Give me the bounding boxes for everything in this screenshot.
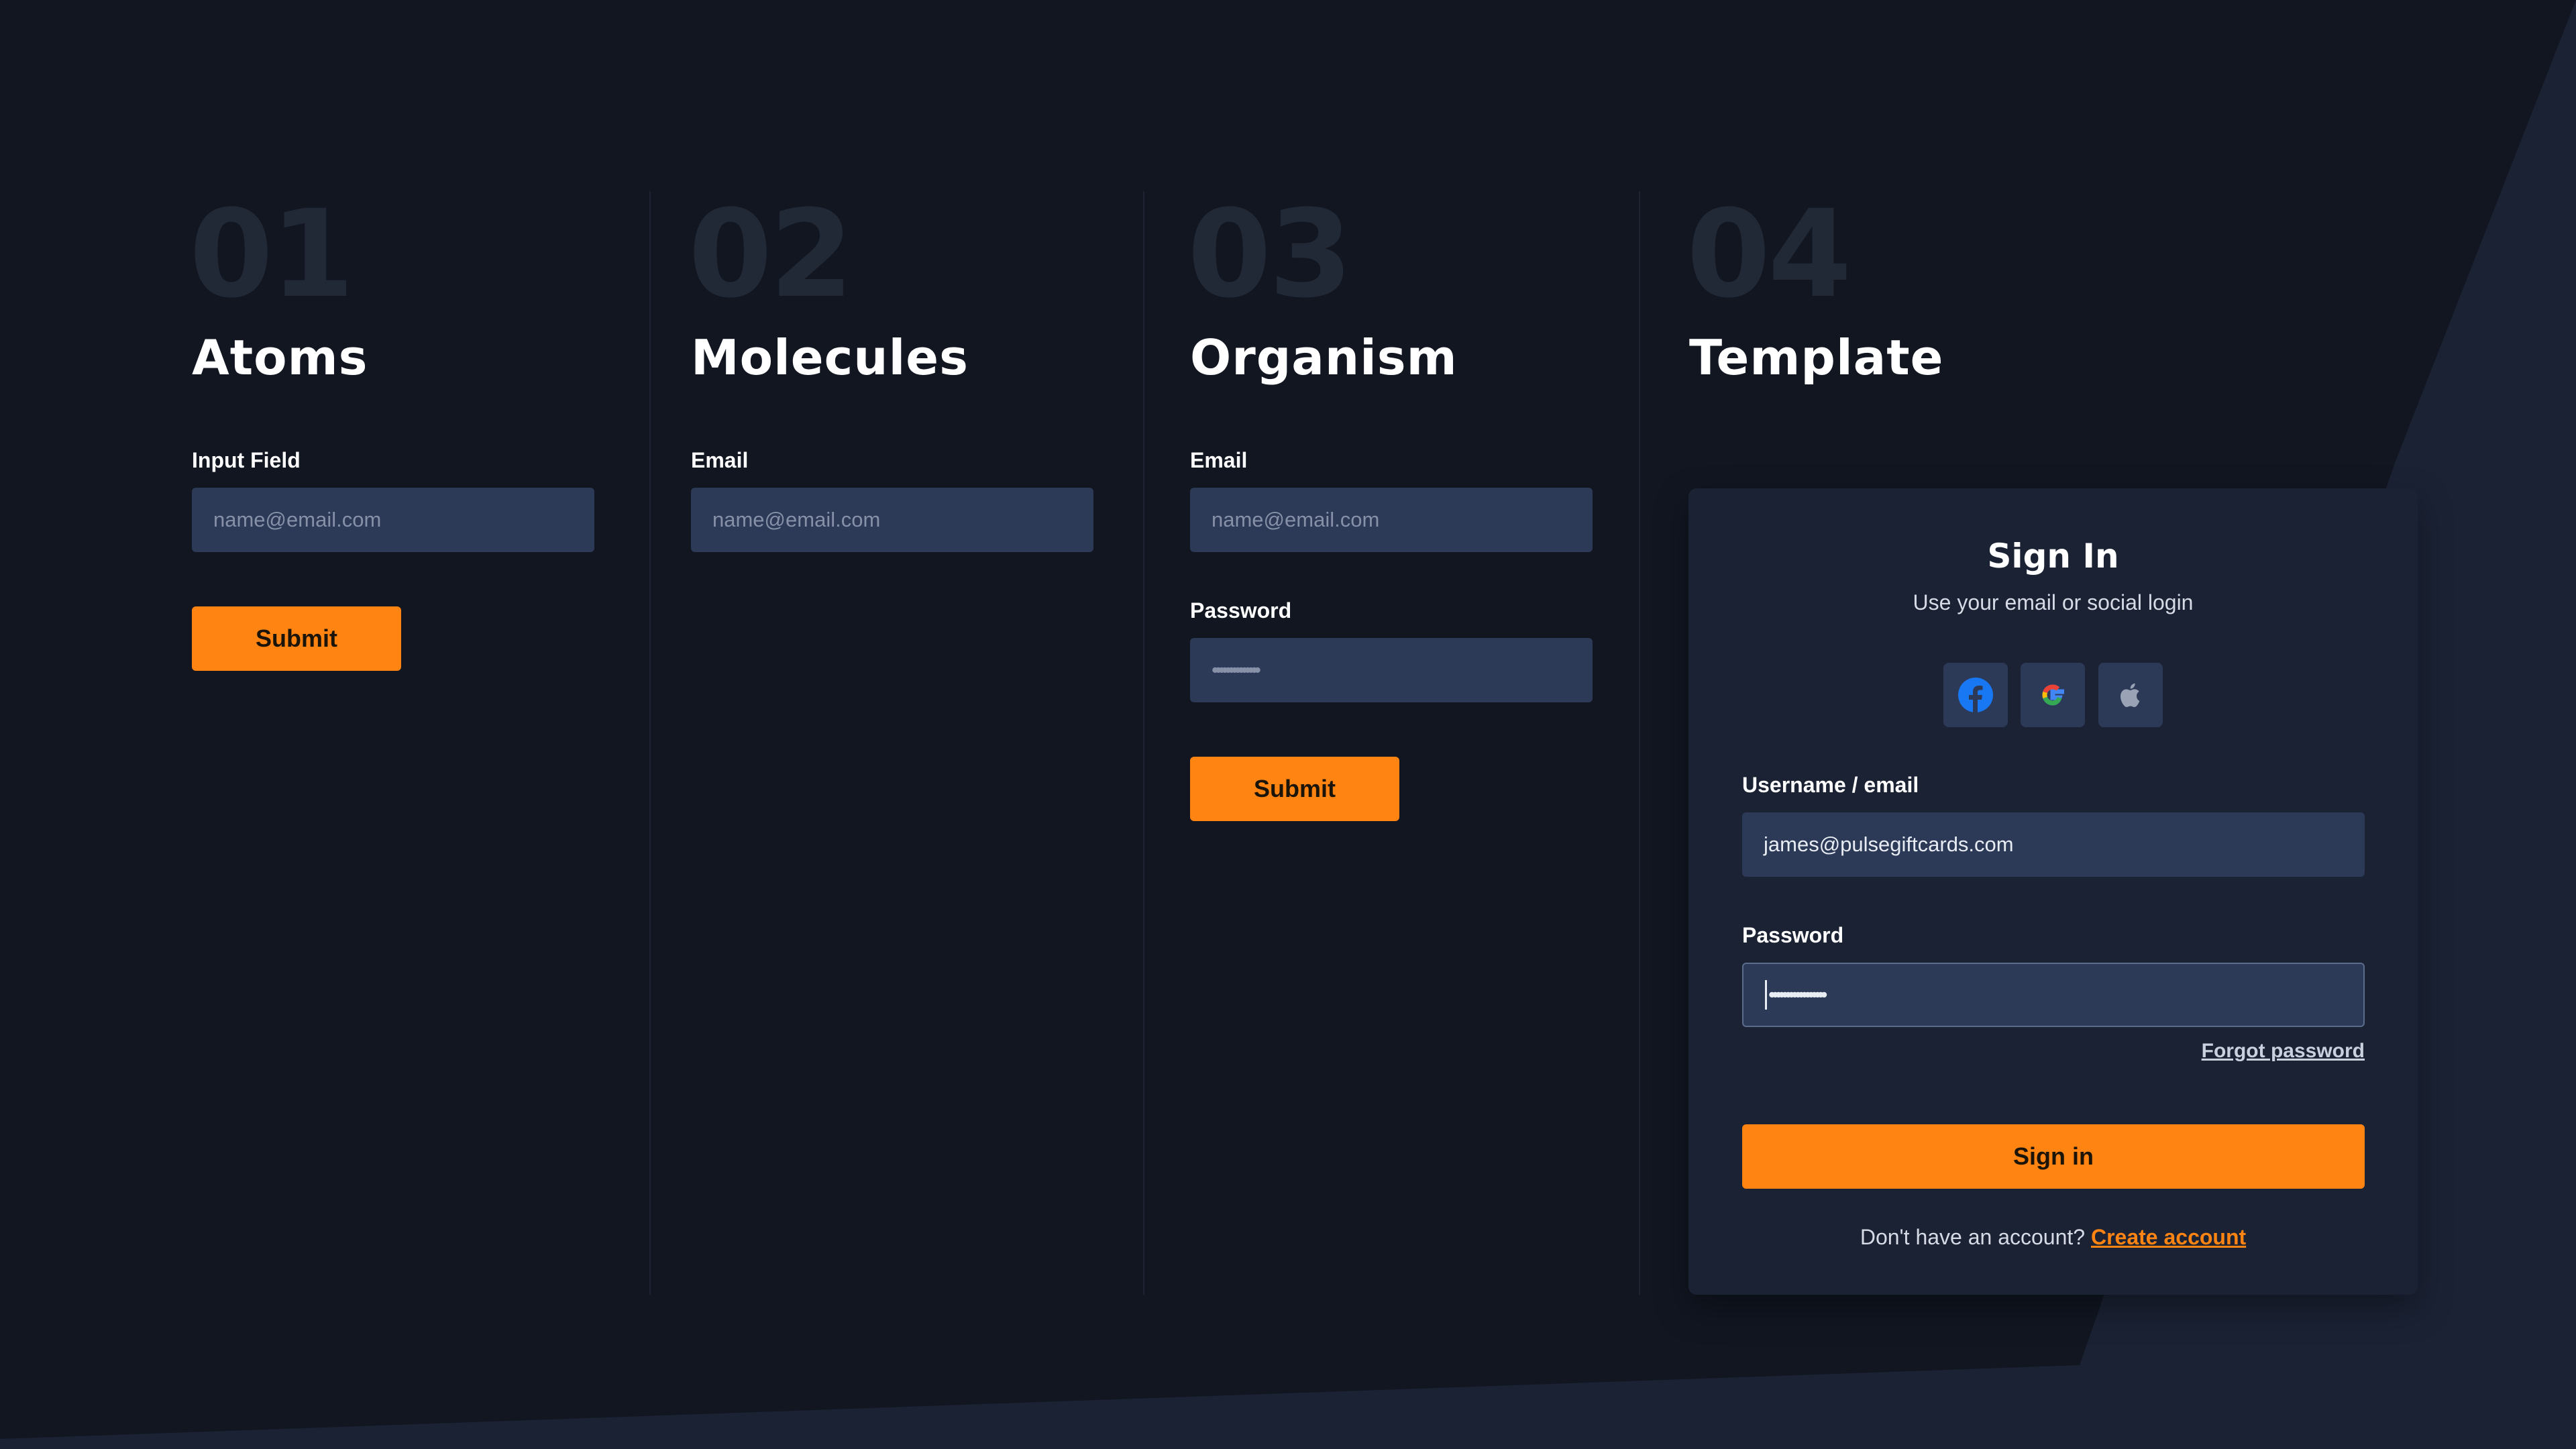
column-atoms: 01 Atoms Input Field name@email.com Subm… xyxy=(189,184,608,1295)
column-title: Template xyxy=(1689,329,1944,386)
facebook-icon xyxy=(1958,678,1993,713)
password-input[interactable]: •••••••••••••• xyxy=(1190,638,1593,702)
column-title: Molecules xyxy=(691,329,969,386)
create-account-link[interactable]: Create account xyxy=(2091,1225,2246,1249)
facebook-button[interactable] xyxy=(1943,663,2008,727)
column-divider xyxy=(1639,191,1640,1295)
email-label: Email xyxy=(691,448,749,472)
apple-icon xyxy=(2121,683,2140,708)
column-divider xyxy=(649,191,651,1295)
signin-subtitle: Use your email or social login xyxy=(1913,590,2194,614)
column-divider xyxy=(1143,191,1144,1295)
step-number: 01 xyxy=(189,184,354,325)
email-input[interactable]: name@email.com xyxy=(192,488,594,552)
step-number: 04 xyxy=(1686,184,1851,325)
google-button[interactable] xyxy=(2021,663,2085,727)
step-number: 02 xyxy=(688,184,853,325)
column-title: Atoms xyxy=(192,329,368,386)
email-label: Email xyxy=(1190,448,1248,472)
submit-button[interactable]: Submit xyxy=(192,606,401,671)
column-organism: 03 Organism Email name@email.com Passwor… xyxy=(1187,184,1606,1295)
email-input[interactable]: name@email.com xyxy=(1190,488,1593,552)
google-icon xyxy=(2042,684,2064,706)
username-label: Username / email xyxy=(1742,773,1919,797)
submit-button[interactable]: Submit xyxy=(1190,757,1399,821)
sign-in-button[interactable]: Sign in xyxy=(1742,1124,2365,1189)
column-molecules: 02 Molecules Email name@email.com xyxy=(688,184,1107,1295)
apple-button[interactable] xyxy=(2098,663,2163,727)
signup-prompt-text: Don't have an account? xyxy=(1860,1225,2086,1249)
signup-prompt: Don't have an account? Create account xyxy=(1688,1225,2418,1250)
password-value: ••••••••••••••••• xyxy=(1768,983,1827,1006)
username-input[interactable]: james@pulsegiftcards.com xyxy=(1742,812,2365,877)
password-label: Password xyxy=(1190,598,1292,623)
step-number: 03 xyxy=(1187,184,1352,325)
text-caret xyxy=(1765,980,1767,1010)
forgot-password-link[interactable]: Forgot password xyxy=(2202,1040,2365,1063)
password-label: Password xyxy=(1742,923,1844,947)
signin-title: Sign In xyxy=(1987,537,2119,576)
input-field-label: Input Field xyxy=(192,448,301,472)
password-input[interactable]: ••••••••••••••••• xyxy=(1742,963,2365,1027)
email-input[interactable]: name@email.com xyxy=(691,488,1093,552)
column-title: Organism xyxy=(1190,329,1458,386)
signin-card: Sign In Use your email or social login U… xyxy=(1688,488,2418,1295)
